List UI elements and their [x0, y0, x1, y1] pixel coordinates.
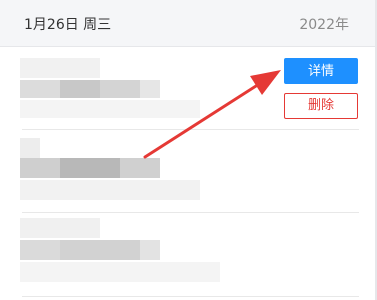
row-divider — [22, 296, 359, 297]
blurred-content — [20, 58, 200, 124]
header-year: 2022年 — [299, 17, 349, 33]
detail-button[interactable]: 详情 — [284, 58, 358, 84]
row-divider — [22, 212, 359, 213]
header-date: 1月26日 周三 — [24, 17, 112, 33]
blurred-content — [20, 218, 240, 292]
blurred-content — [20, 138, 230, 204]
row-divider — [22, 129, 359, 130]
date-header: 1月26日 周三 2022年 — [0, 0, 377, 47]
delete-button[interactable]: 删除 — [284, 93, 358, 119]
